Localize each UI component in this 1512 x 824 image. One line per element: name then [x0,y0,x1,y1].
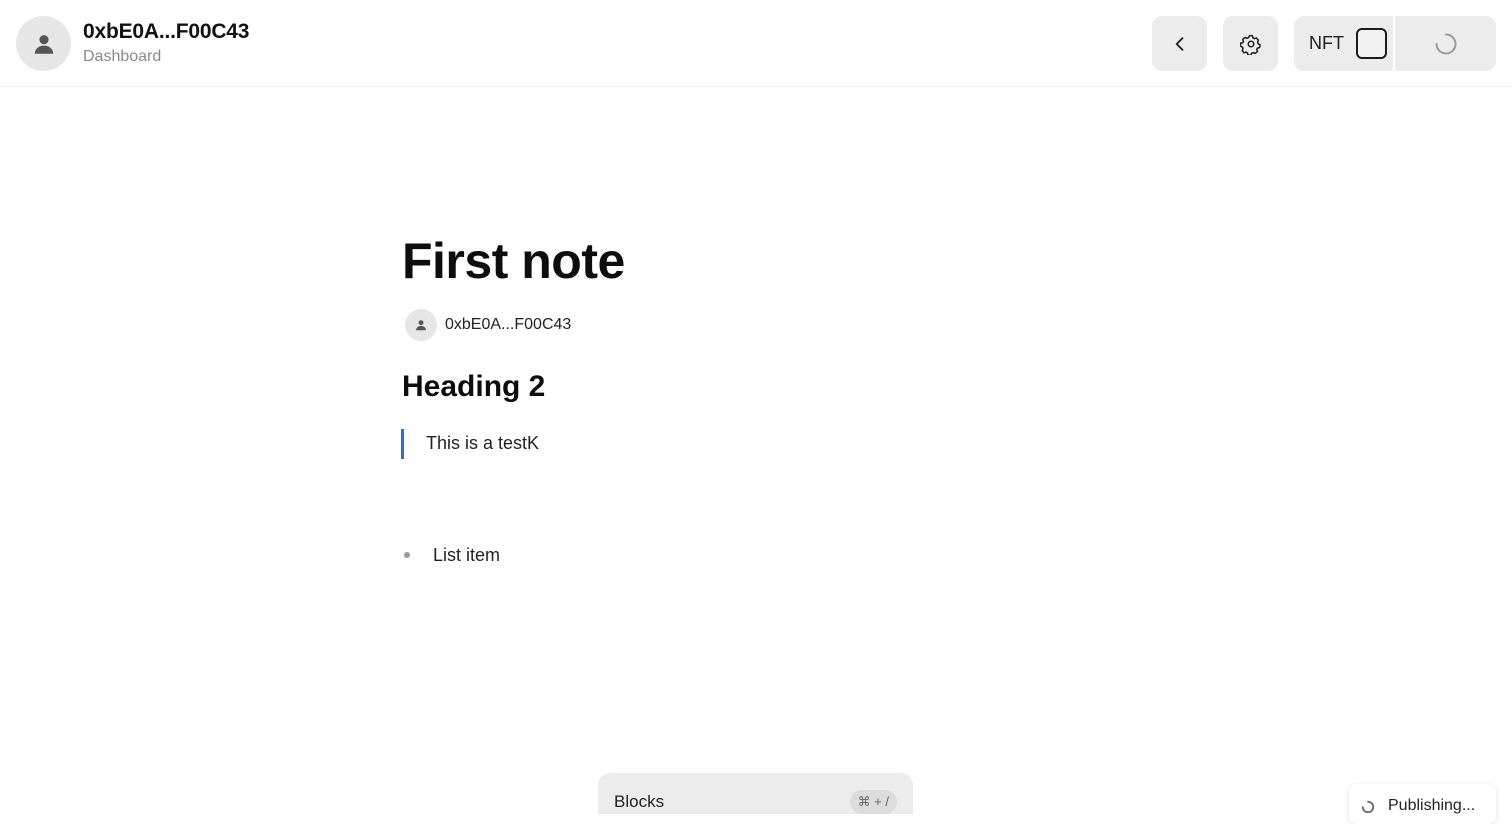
top-bar: 0xbE0A...F00C43 Dashboard NFT [0,0,1512,87]
account-avatar[interactable] [16,16,71,71]
gear-icon [1239,34,1261,55]
quote-bar [401,429,404,459]
nft-publish-group: NFT [1294,16,1496,71]
back-button[interactable] [1152,16,1207,71]
note-title[interactable]: First note [402,232,625,290]
user-icon [34,34,53,54]
publishing-toast: Publishing... [1349,784,1496,824]
publish-button[interactable] [1395,16,1496,71]
quote-block[interactable]: This is a testK [426,433,539,454]
spinner-icon [1435,33,1456,54]
nft-label: NFT [1309,33,1344,53]
list-item[interactable]: List item [433,545,500,566]
blocks-menu[interactable]: Blocks ⌘ + / [598,773,913,814]
chevron-left-icon [1175,36,1183,51]
user-icon [416,320,426,331]
nft-toggle[interactable]: NFT [1294,16,1393,71]
author-name: 0xbE0A...F00C43 [445,316,572,333]
author-avatar [405,309,437,341]
bullet-dot [404,552,410,558]
blocks-label: Blocks [614,792,665,811]
dashboard-link[interactable]: Dashboard [83,48,161,66]
toast-text: Publishing... [1388,797,1476,814]
account-name: 0xbE0A...F00C43 [83,20,250,43]
heading-block[interactable]: Heading 2 [402,370,545,404]
shortcut-badge: ⌘ + / [849,790,897,814]
spinner-icon [1361,800,1375,814]
nft-checkbox[interactable] [1356,28,1387,59]
settings-button[interactable] [1223,16,1278,71]
